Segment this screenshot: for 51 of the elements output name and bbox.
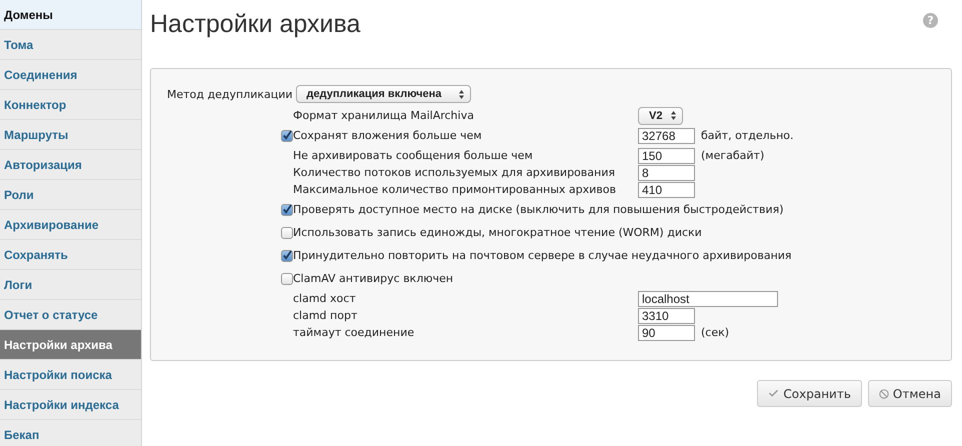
- checkbox[interactable]: [281, 250, 293, 262]
- sidebar-item[interactable]: Бекап: [0, 420, 141, 446]
- checkbox[interactable]: [281, 272, 293, 284]
- setting-label: Использовать запись единожды, многократное чтение (WORM) диски: [293, 226, 702, 239]
- sidebar-item[interactable]: Сохранять: [0, 240, 141, 270]
- input-field[interactable]: 90: [638, 324, 695, 340]
- stepper-icon: [458, 90, 464, 98]
- sidebar-item[interactable]: Настройки поиска: [0, 360, 141, 390]
- check-icon: [768, 388, 780, 399]
- sidebar-item[interactable]: Настройки индекса: [0, 390, 141, 420]
- sidebar-item[interactable]: Коннектор: [0, 90, 141, 120]
- setting-label: ClamAV антивирус включен: [293, 272, 454, 285]
- setting-label: clamd порт: [293, 309, 358, 322]
- unit-label: байт, отдельно.: [701, 129, 794, 142]
- unit-label: (мегабайт): [701, 149, 764, 162]
- setting-label: Количество потоков используемых для архивирования: [293, 166, 616, 179]
- checkbox[interactable]: [281, 130, 293, 142]
- setting-label: Принудительно повторить на почтовом сервере в случае неудачного архивирования: [293, 249, 792, 262]
- save-button[interactable]: Сохранить: [757, 380, 862, 407]
- setting-label: Формат хранилища MailArchiva: [293, 109, 475, 122]
- sidebar-item[interactable]: Архивирование: [0, 210, 141, 240]
- sidebar-item[interactable]: Авторизация: [0, 150, 141, 180]
- sidebar-item[interactable]: Роли: [0, 180, 141, 210]
- dedup-label: Метод дедупликации: [167, 88, 293, 100]
- input-field[interactable]: 32768: [638, 128, 695, 144]
- unit-label: (сек): [701, 326, 730, 339]
- stepper-icon: [671, 111, 676, 120]
- setting-label: Не архивировать сообщения больше чем: [293, 149, 534, 162]
- sidebar-item[interactable]: Домены: [0, 0, 141, 30]
- sidebar-item[interactable]: Тома: [0, 30, 141, 60]
- sidebar-item[interactable]: Настройки архива: [0, 330, 141, 360]
- input-field[interactable]: 3310: [638, 308, 695, 324]
- setting-label: Максимальное количество примонтированных архивов: [293, 183, 617, 196]
- sidebar-item[interactable]: Логи: [0, 270, 141, 300]
- setting-label: clamd хост: [293, 292, 357, 305]
- cancel-button[interactable]: Отмена: [868, 380, 952, 407]
- checkbox[interactable]: [281, 204, 293, 216]
- input-field[interactable]: localhost: [638, 290, 778, 306]
- dedup-select[interactable]: дедупликация включена: [296, 85, 471, 103]
- storage-format-select[interactable]: V2: [638, 106, 683, 124]
- sidebar-item[interactable]: Маршруты: [0, 120, 141, 150]
- setting-label: Сохранят вложения больше чем: [293, 129, 483, 142]
- ban-icon: [878, 388, 889, 398]
- checkbox[interactable]: [281, 226, 293, 238]
- setting-label: таймаут соединение: [293, 326, 416, 339]
- sidebar-item[interactable]: Соединения: [0, 60, 141, 90]
- input-field[interactable]: 150: [638, 148, 695, 164]
- input-field[interactable]: 8: [638, 164, 695, 180]
- setting-label: Проверять доступное место на диске (выключить для повышения быстродействия): [293, 203, 784, 216]
- page-title: Настройки архива: [150, 10, 360, 39]
- input-field[interactable]: 410: [638, 182, 695, 198]
